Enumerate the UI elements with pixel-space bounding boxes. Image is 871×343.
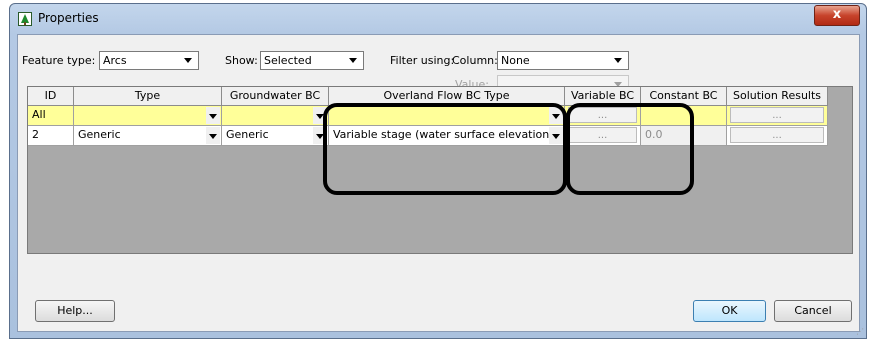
solution-results-button[interactable]: ... (730, 127, 824, 143)
solution-results-button[interactable]: ... (730, 107, 824, 123)
cell-value: Generic (78, 128, 121, 141)
column-header-overland-flow-bc-type[interactable]: Overland Flow BC Type (329, 87, 565, 106)
help-button[interactable]: Help... (35, 300, 115, 322)
cancel-button[interactable]: Cancel (774, 300, 852, 322)
column-header-constant-bc[interactable]: Constant BC (641, 87, 727, 106)
table-row-2-id: 2 (28, 126, 74, 146)
column-label: Column: (452, 54, 498, 67)
table-row-2-variable: ... (565, 126, 641, 146)
column-header-id[interactable]: ID (28, 87, 74, 106)
table-row-all-groundwater[interactable] (222, 106, 329, 126)
variable-bc-button[interactable]: ... (568, 127, 637, 143)
window-title: Properties (38, 11, 99, 25)
table-row-2-overland[interactable]: Variable stage (water surface elevation) (329, 126, 565, 146)
table-row-all-overland[interactable] (329, 106, 565, 126)
properties-window: Properties x Feature type: Arcs Show: Se… (9, 3, 867, 339)
chevron-down-icon[interactable] (313, 107, 327, 124)
table-row-2-constant[interactable]: 0.0 (641, 126, 727, 146)
chevron-down-icon (349, 58, 357, 63)
table-row-all-id: All (28, 106, 74, 126)
title-bar[interactable]: Properties x (10, 4, 866, 34)
table-row-all-solution: ... (727, 106, 828, 126)
chevron-down-icon[interactable] (549, 107, 563, 124)
feature-type-select[interactable]: Arcs (99, 51, 199, 70)
cell-value: Generic (226, 128, 269, 141)
show-select[interactable]: Selected (260, 51, 364, 70)
column-value: None (501, 54, 530, 67)
close-button[interactable]: x (814, 5, 860, 26)
column-header-solution-results[interactable]: Solution Results (727, 87, 828, 106)
show-value: Selected (264, 54, 312, 67)
column-header-groundwater-bc[interactable]: Groundwater BC (222, 87, 329, 106)
feature-type-value: Arcs (103, 54, 127, 67)
chevron-down-icon (614, 58, 622, 63)
ok-button[interactable]: OK (693, 300, 766, 322)
resize-grip-icon[interactable]: ⋰ (856, 328, 864, 336)
column-header-type[interactable]: Type (74, 87, 222, 106)
table-row-all-type[interactable] (74, 106, 222, 126)
show-label: Show: (225, 54, 258, 67)
table-row-2-type[interactable]: Generic (74, 126, 222, 146)
column-header-variable-bc[interactable]: Variable BC (565, 87, 641, 106)
properties-table: ID Type Groundwater BC Overland Flow BC … (27, 86, 853, 254)
column-select[interactable]: None (497, 51, 629, 70)
close-icon: x (832, 7, 842, 22)
table-row-2-solution: ... (727, 126, 828, 146)
cell-value: Variable stage (water surface elevation) (333, 128, 554, 141)
variable-bc-button[interactable]: ... (568, 107, 637, 123)
chevron-down-icon[interactable] (206, 127, 220, 144)
table-row-all-variable: ... (565, 106, 641, 126)
chevron-down-icon[interactable] (313, 127, 327, 144)
filter-using-label: Filter using: (390, 54, 455, 67)
chevron-down-icon[interactable] (206, 107, 220, 124)
chevron-down-icon[interactable] (549, 127, 563, 144)
feature-type-label: Feature type: (22, 54, 96, 67)
table-row-2-groundwater[interactable]: Generic (222, 126, 329, 146)
chevron-down-icon (184, 58, 192, 63)
table-row-all-constant[interactable] (641, 106, 727, 126)
tree-icon (18, 12, 32, 26)
